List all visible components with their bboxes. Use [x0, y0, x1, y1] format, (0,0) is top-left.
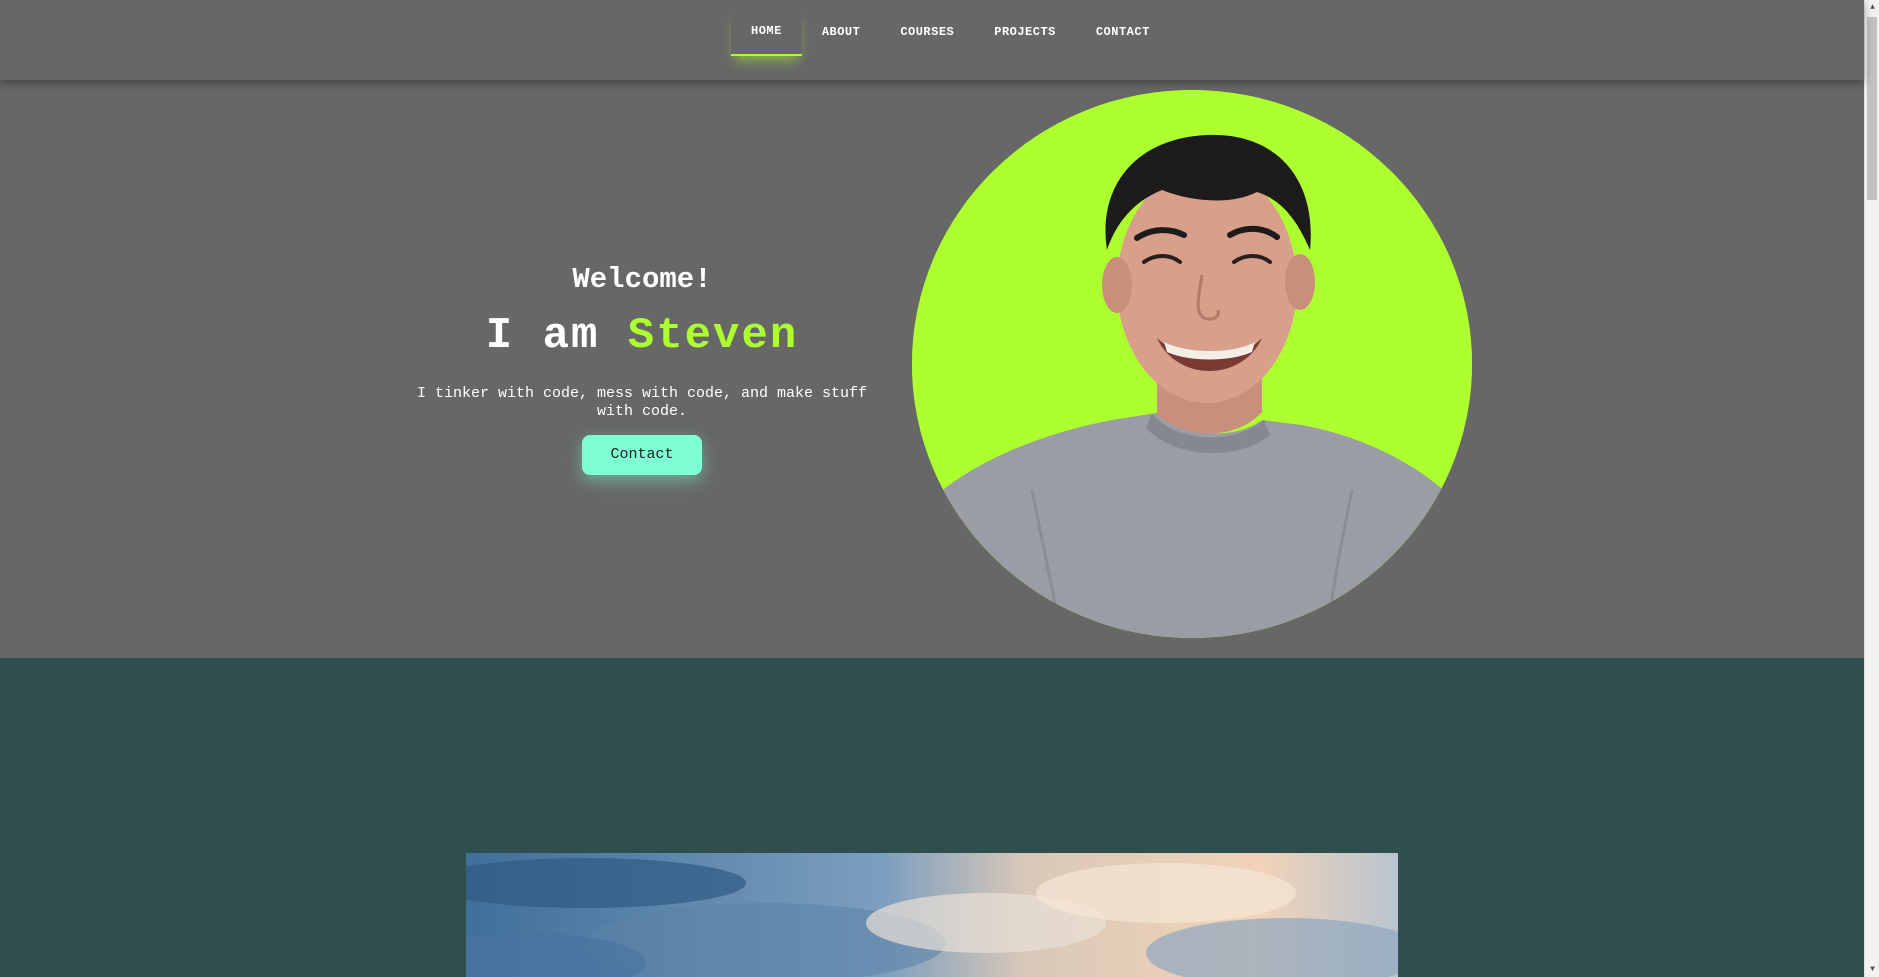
intro-heading: I am Steven — [392, 310, 892, 362]
intro-prefix: I am — [485, 311, 628, 361]
nav-item-about[interactable]: ABOUT — [802, 8, 881, 56]
nav-item-courses[interactable]: COURSES — [880, 8, 974, 56]
tagline: I tinker with code, mess with code, and … — [392, 385, 892, 421]
scroll-up-icon[interactable]: ▲ — [1865, 0, 1879, 15]
hero-section: Welcome! I am Steven I tinker with code,… — [0, 80, 1864, 658]
welcome-heading: Welcome! — [572, 263, 712, 296]
intro-name: Steven — [627, 311, 799, 361]
scroll-thumb[interactable] — [1867, 17, 1877, 200]
sky-clouds-icon — [466, 853, 1398, 977]
nav-item-home[interactable]: HOME — [731, 8, 802, 56]
scroll-down-icon[interactable]: ▼ — [1865, 962, 1879, 977]
navbar: HOME ABOUT COURSES PROJECTS CONTACT — [0, 0, 1864, 80]
section-two — [0, 658, 1864, 977]
nav-links: HOME ABOUT COURSES PROJECTS CONTACT — [731, 16, 1170, 64]
nav-item-contact[interactable]: CONTACT — [1076, 8, 1170, 56]
hero-text: Welcome! I am Steven I tinker with code,… — [392, 260, 892, 475]
vertical-scrollbar[interactable]: ▲ ▼ — [1864, 0, 1879, 977]
tagline-line-1: I tinker with code, mess with code, and … — [416, 385, 868, 402]
avatar — [912, 90, 1472, 638]
nav-item-projects[interactable]: PROJECTS — [974, 8, 1076, 56]
page: HOME ABOUT COURSES PROJECTS CONTACT Welc… — [0, 0, 1879, 977]
profile-photo-icon — [912, 90, 1472, 638]
contact-button[interactable]: Contact — [582, 435, 702, 475]
tagline-line-2: with code. — [596, 403, 687, 420]
sky-image — [466, 853, 1398, 977]
